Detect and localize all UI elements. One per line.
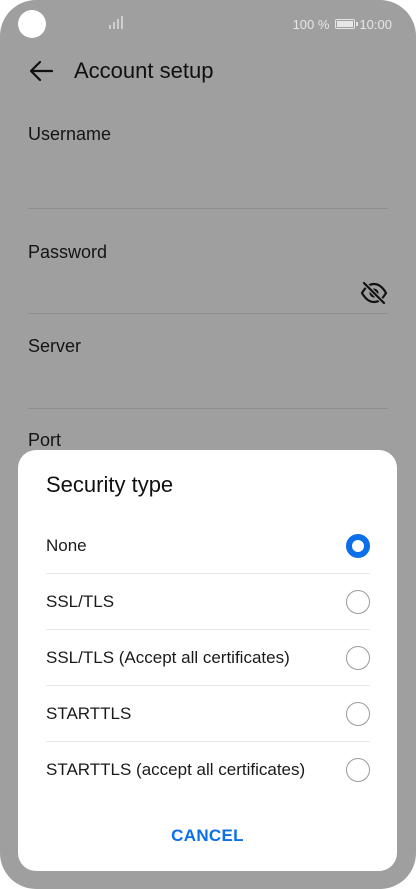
password-input[interactable] — [28, 276, 352, 312]
camera-dot — [18, 10, 46, 38]
radio-empty-icon[interactable] — [346, 702, 370, 726]
battery-icon — [335, 19, 359, 29]
option-ssl-tls-accept-all[interactable]: SSL/TLS (Accept all certificates) — [46, 630, 370, 686]
option-label: None — [46, 536, 87, 555]
radio-empty-icon[interactable] — [346, 646, 370, 670]
option-label: STARTTLS (accept all certificates) — [46, 760, 306, 779]
option-starttls[interactable]: STARTTLS — [46, 686, 370, 742]
option-starttls-accept-all[interactable]: STARTTLS (accept all certificates) — [46, 742, 370, 798]
option-label: STARTTLS — [46, 704, 132, 723]
status-bar: 100 % 10:00 — [0, 0, 416, 46]
server-underline — [28, 408, 388, 409]
security-type-dialog: Security type None SSL/TLS SSL/TLS (Acce… — [18, 450, 397, 871]
battery-percent: 100 % — [292, 16, 330, 32]
radio-empty-icon[interactable] — [346, 590, 370, 614]
radio-selected-icon[interactable] — [346, 534, 370, 558]
page-title: Account setup — [74, 58, 214, 83]
option-none[interactable]: None — [46, 518, 370, 574]
signal-icon — [109, 16, 123, 29]
password-label: Password — [28, 242, 108, 262]
cancel-button[interactable]: CANCEL — [148, 826, 268, 846]
username-input[interactable] — [28, 166, 392, 202]
radio-empty-icon[interactable] — [346, 758, 370, 782]
back-arrow-icon[interactable] — [28, 58, 54, 84]
option-label: SSL/TLS (Accept all certificates) — [46, 648, 290, 667]
status-right: 100 % 10:00 — [293, 15, 392, 33]
server-input[interactable] — [28, 366, 392, 402]
option-ssl-tls[interactable]: SSL/TLS — [46, 574, 370, 630]
eye-slash-icon[interactable] — [360, 280, 388, 306]
option-label: SSL/TLS — [46, 592, 115, 611]
phone-screen: 100 % 10:00 Account setup Username Passw… — [0, 0, 416, 889]
server-label: Server — [28, 336, 82, 356]
username-label: Username — [28, 124, 112, 144]
username-underline — [28, 208, 388, 209]
password-underline — [28, 313, 388, 314]
dialog-title: Security type — [46, 472, 174, 497]
clock: 10:00 — [359, 16, 392, 32]
port-label: Port — [28, 430, 62, 450]
